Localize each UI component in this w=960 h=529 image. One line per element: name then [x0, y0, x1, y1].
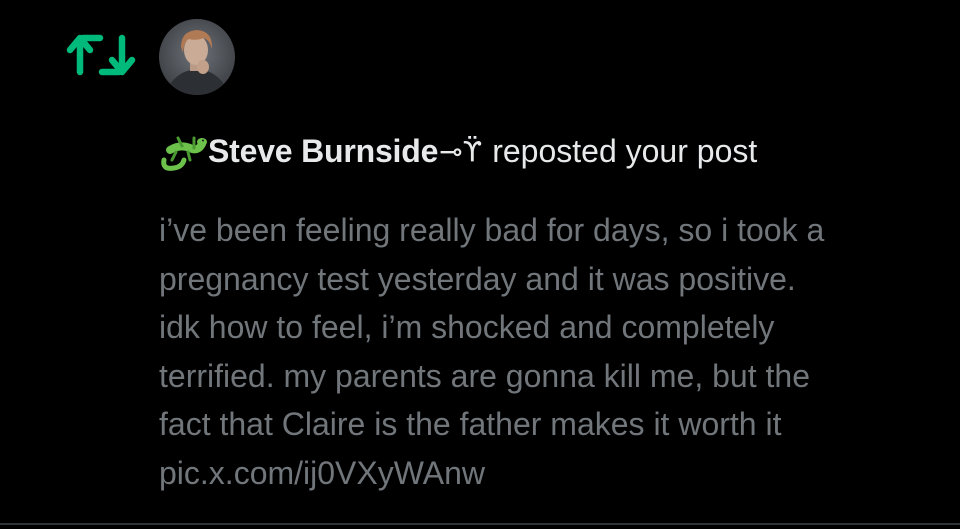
divider [0, 523, 960, 525]
post-text-line: fact that Claire is the father makes it … [159, 406, 782, 443]
post-text-line: i’ve been feeling really bad for days, s… [159, 212, 825, 248]
user-display-name[interactable]: Steve Burnside [208, 133, 438, 170]
avatar-image [159, 19, 235, 95]
avatar[interactable] [159, 19, 235, 95]
post-text[interactable]: i’ve been feeling really bad for days, s… [159, 206, 939, 498]
notification-headline: Steve Burnside ⊸ϔ reposted your post [160, 126, 757, 176]
action-text: reposted your post [492, 132, 758, 169]
post-text-line: terrified. my parents are gonna kill me,… [159, 357, 810, 394]
repost-icon [66, 34, 136, 76]
repost-notification[interactable]: Steve Burnside ⊸ϔ reposted your post i’v… [0, 0, 960, 525]
name-suffix-glyph: ⊸ϔ [439, 134, 483, 168]
lizard-emoji [161, 136, 207, 171]
post-text-line: pregnancy test yesterday and it was posi… [159, 260, 796, 297]
post-media-link[interactable]: pic.x.com/ij0VXyWAnw [159, 449, 939, 498]
post-text-line: idk how to feel, i’m shocked and complet… [159, 309, 775, 346]
